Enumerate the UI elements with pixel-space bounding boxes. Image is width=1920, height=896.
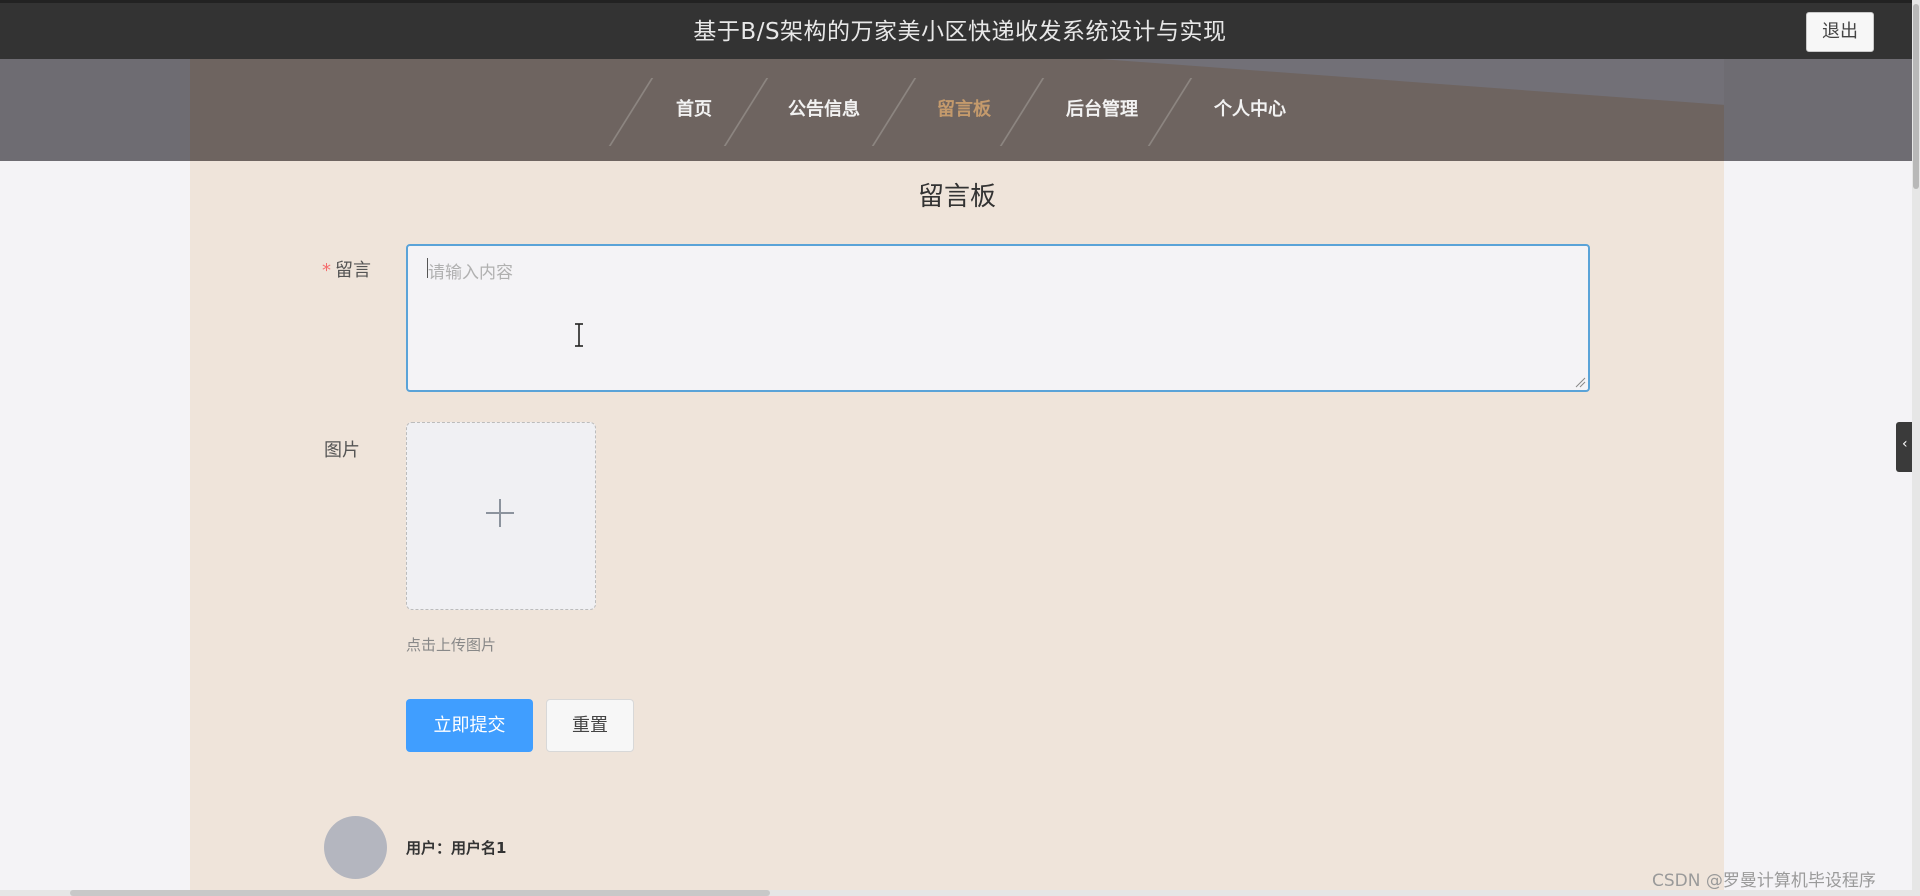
required-mark: *	[322, 260, 331, 281]
main-nav: 首页 公告信息 留言板 后台管理 个人中心	[600, 74, 1320, 146]
vertical-scrollbar-thumb[interactable]	[1913, 4, 1919, 189]
nav-item-home[interactable]: 首页	[676, 74, 712, 146]
nav-separator	[608, 78, 654, 146]
message-textarea[interactable]: 请输入内容	[406, 244, 1590, 392]
site-title: 基于B/S架构的万家美小区快递收发系统设计与实现	[693, 19, 1227, 45]
page-title: 留言板	[917, 182, 996, 212]
watermark: CSDN @罗曼计算机毕设程序	[1652, 871, 1876, 891]
text-cursor-icon	[575, 323, 583, 347]
comment-user: 用户：用户名1	[406, 839, 507, 857]
nav-separator	[1147, 78, 1193, 146]
logout-button[interactable]: 退出	[1806, 12, 1874, 52]
nav-separator	[723, 78, 769, 146]
message-placeholder: 请输入内容	[428, 263, 513, 283]
submit-button[interactable]: 立即提交	[406, 699, 533, 752]
reset-button[interactable]: 重置	[546, 699, 634, 752]
image-upload[interactable]	[406, 422, 596, 610]
nav-item-announcements[interactable]: 公告信息	[788, 74, 860, 146]
image-label: 图片	[324, 440, 360, 461]
nav-separator	[999, 78, 1045, 146]
nav-separator	[871, 78, 917, 146]
horizontal-scrollbar-thumb[interactable]	[70, 890, 770, 896]
upload-hint: 点击上传图片	[406, 636, 497, 654]
plus-icon	[486, 499, 514, 527]
top-bar: 基于B/S架构的万家美小区快递收发系统设计与实现 退出	[0, 0, 1920, 59]
nav-item-profile[interactable]: 个人中心	[1214, 74, 1286, 146]
text-caret	[427, 258, 428, 278]
message-label-text: 留言	[335, 260, 371, 281]
nav-item-admin[interactable]: 后台管理	[1066, 74, 1138, 146]
avatar	[324, 816, 387, 879]
resize-handle-icon[interactable]	[1574, 376, 1586, 388]
nav-item-message-board[interactable]: 留言板	[937, 74, 991, 146]
chevron-left-icon: ‹	[1902, 436, 1908, 452]
message-label: * 留言	[322, 256, 371, 282]
